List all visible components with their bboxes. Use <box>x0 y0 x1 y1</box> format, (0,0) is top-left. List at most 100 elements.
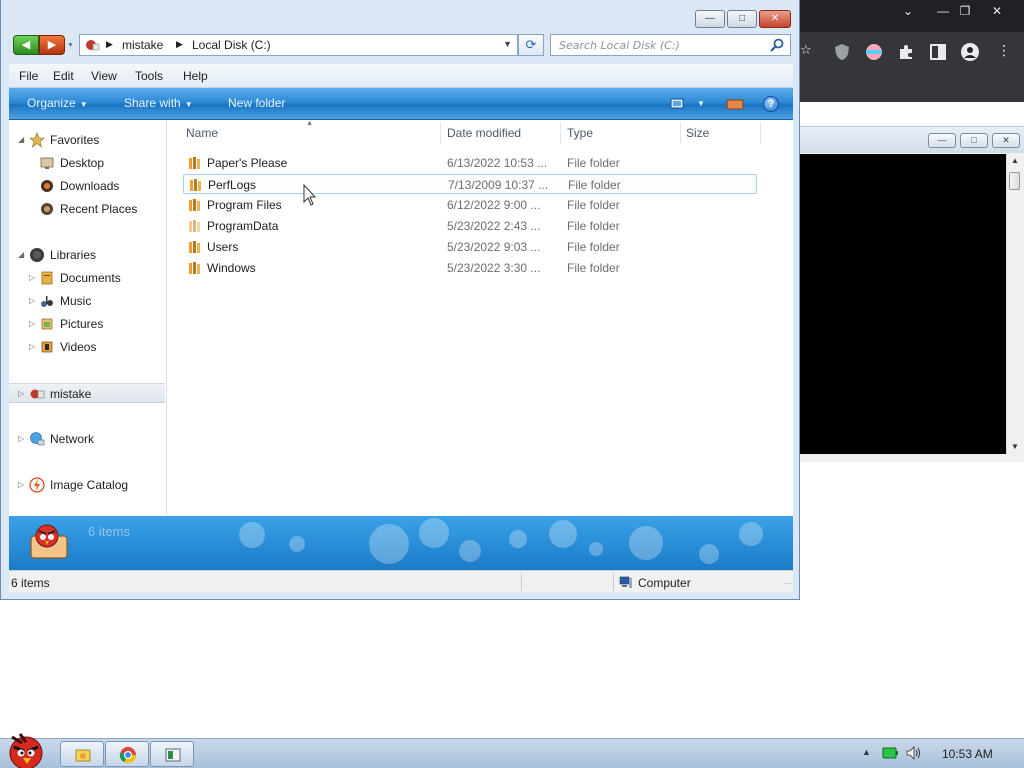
taskbar-console-button[interactable] <box>150 741 194 767</box>
search-input[interactable] <box>551 35 765 55</box>
column-divider[interactable] <box>760 122 761 144</box>
breadcrumb-mistake[interactable]: mistake <box>122 38 163 52</box>
help-button[interactable]: ? <box>763 96 779 112</box>
profile-extension-icon[interactable] <box>864 42 884 62</box>
scroll-down-arrow-icon[interactable]: ▼ <box>1007 440 1023 454</box>
taskbar-chrome-button[interactable] <box>105 741 149 767</box>
nav-item-recent-places[interactable]: Recent Places <box>9 199 165 219</box>
table-row[interactable]: Users 5/23/2022 9:03 ... File folder <box>183 237 757 257</box>
tab-search-chevron-icon[interactable]: ⌄ <box>893 2 923 20</box>
explorer-titlebar[interactable]: — □ ✕ <box>1 0 799 30</box>
bookmark-star-icon[interactable]: ☆ <box>800 42 820 62</box>
nav-item-desktop[interactable]: Desktop <box>9 153 165 173</box>
start-button[interactable] <box>0 731 52 768</box>
change-view-icon[interactable] <box>669 95 689 113</box>
breadcrumb-separator-icon[interactable]: ▶ <box>106 39 113 50</box>
expand-arrow-icon[interactable]: ▷ <box>29 342 35 351</box>
column-header-type[interactable]: Type <box>567 126 593 140</box>
table-row[interactable]: Windows 5/23/2022 3:30 ... File folder <box>183 258 757 278</box>
collapse-arrow-icon[interactable]: ◢ <box>18 135 24 144</box>
scroll-up-arrow-icon[interactable]: ▲ <box>1007 154 1023 168</box>
table-row[interactable]: Program Files 6/12/2022 9:00 ... File fo… <box>183 195 757 215</box>
nav-item-libraries[interactable]: ◢ Libraries <box>9 245 165 265</box>
column-divider[interactable] <box>680 122 681 144</box>
address-dropdown-icon[interactable]: ▼ <box>503 39 512 49</box>
browser-restore-button[interactable]: ❐ <box>950 2 980 20</box>
bg-close-button[interactable]: ✕ <box>992 133 1020 148</box>
column-divider[interactable] <box>560 122 561 144</box>
table-row[interactable]: Paper's Please 6/13/2022 10:53 ... File … <box>183 153 757 173</box>
expand-arrow-icon[interactable]: ▷ <box>29 273 35 282</box>
menu-help[interactable]: Help <box>183 69 208 83</box>
chrome-icon <box>119 747 137 764</box>
column-header-date-modified[interactable]: Date modified <box>447 126 521 140</box>
menu-file[interactable]: File <box>19 69 38 83</box>
nav-item-image-catalog[interactable]: ▷ Image Catalog <box>9 475 165 495</box>
browser-close-button[interactable]: ✕ <box>982 2 1012 20</box>
file-date: 6/12/2022 9:00 ... <box>447 198 541 212</box>
expand-arrow-icon[interactable]: ▷ <box>29 296 35 305</box>
extensions-puzzle-icon[interactable] <box>896 42 916 62</box>
nav-item-downloads[interactable]: Downloads <box>9 176 165 196</box>
file-date: 5/23/2022 2:43 ... <box>447 219 541 233</box>
resize-grip-icon[interactable]: ⋯ <box>784 579 792 588</box>
forward-arrow-icon[interactable]: ▶ <box>39 35 65 55</box>
menu-view[interactable]: View <box>91 69 117 83</box>
file-date: 5/23/2022 3:30 ... <box>447 261 541 275</box>
organize-button[interactable]: Organize ▼ <box>27 96 88 110</box>
breadcrumb-local-disk[interactable]: Local Disk (C:) <box>192 38 271 52</box>
expand-arrow-icon[interactable]: ▷ <box>29 319 35 328</box>
menu-edit[interactable]: Edit <box>53 69 74 83</box>
recent-pages-chevron-icon[interactable]: ▼ <box>67 42 74 49</box>
nav-item-network[interactable]: ▷ Network <box>9 429 165 449</box>
expand-arrow-icon[interactable]: ▷ <box>18 434 24 443</box>
address-bar[interactable]: ▶ mistake ▶ Local Disk (C:) ▼ <box>79 34 518 56</box>
nav-label: Network <box>50 432 95 446</box>
expand-arrow-icon[interactable]: ▷ <box>18 480 24 489</box>
table-row[interactable]: ProgramData 5/23/2022 2:43 ... File fold… <box>183 216 757 236</box>
recent-places-icon <box>41 203 53 215</box>
bg-minimize-button[interactable]: — <box>928 133 956 148</box>
nav-item-videos[interactable]: ▷ Videos <box>9 337 165 357</box>
nav-item-documents[interactable]: ▷ Documents <box>9 268 165 288</box>
close-button[interactable]: ✕ <box>759 10 791 28</box>
back-arrow-icon[interactable]: ◀ <box>13 35 39 55</box>
breadcrumb-separator-icon[interactable]: ▶ <box>176 39 183 50</box>
nav-item-mistake[interactable]: ▷ mistake <box>9 383 165 403</box>
refresh-icon[interactable]: ⟳ <box>518 34 544 56</box>
column-divider[interactable] <box>440 122 441 144</box>
share-with-label: Share with <box>124 96 181 110</box>
bg-maximize-button[interactable]: □ <box>960 133 988 148</box>
vertical-scrollbar[interactable]: ▲ ▼ <box>1006 154 1022 454</box>
show-hidden-icons-icon[interactable]: ▲ <box>862 747 871 757</box>
preview-pane-icon[interactable] <box>725 95 745 113</box>
menu-tools[interactable]: Tools <box>135 69 163 83</box>
profile-avatar-icon[interactable] <box>960 42 980 62</box>
downloads-icon <box>41 180 53 192</box>
share-with-button[interactable]: Share with ▼ <box>124 96 193 110</box>
new-folder-button[interactable]: New folder <box>228 96 285 110</box>
search-icon[interactable] <box>769 37 785 53</box>
minimize-button[interactable]: — <box>695 10 725 28</box>
browser-menu-icon[interactable]: ⋮ <box>994 42 1014 62</box>
column-header-size[interactable]: Size <box>686 126 709 140</box>
table-row[interactable]: PerfLogs 7/13/2009 10:37 ... File folder <box>183 174 757 194</box>
ublock-extension-icon[interactable] <box>832 42 852 62</box>
status-divider <box>521 573 522 591</box>
taskbar-explorer-button[interactable] <box>60 741 104 767</box>
scroll-thumb[interactable] <box>1009 172 1020 190</box>
nav-item-pictures[interactable]: ▷ Pictures <box>9 314 165 334</box>
column-header-name[interactable]: Name <box>186 126 218 140</box>
nav-item-favorites[interactable]: ◢ Favorites <box>9 130 165 150</box>
taskbar-clock[interactable]: 10:53 AM <box>942 747 993 761</box>
expand-arrow-icon[interactable]: ▷ <box>18 389 24 398</box>
change-view-dropdown-icon[interactable]: ▼ <box>697 99 705 108</box>
maximize-button[interactable]: □ <box>727 10 757 28</box>
side-panel-icon[interactable] <box>928 42 948 62</box>
search-box[interactable] <box>550 34 791 56</box>
battery-icon[interactable] <box>882 746 898 760</box>
file-name: Paper's Please <box>207 156 288 170</box>
speaker-icon[interactable] <box>905 746 921 760</box>
collapse-arrow-icon[interactable]: ◢ <box>18 250 24 259</box>
nav-item-music[interactable]: ▷ Music <box>9 291 165 311</box>
